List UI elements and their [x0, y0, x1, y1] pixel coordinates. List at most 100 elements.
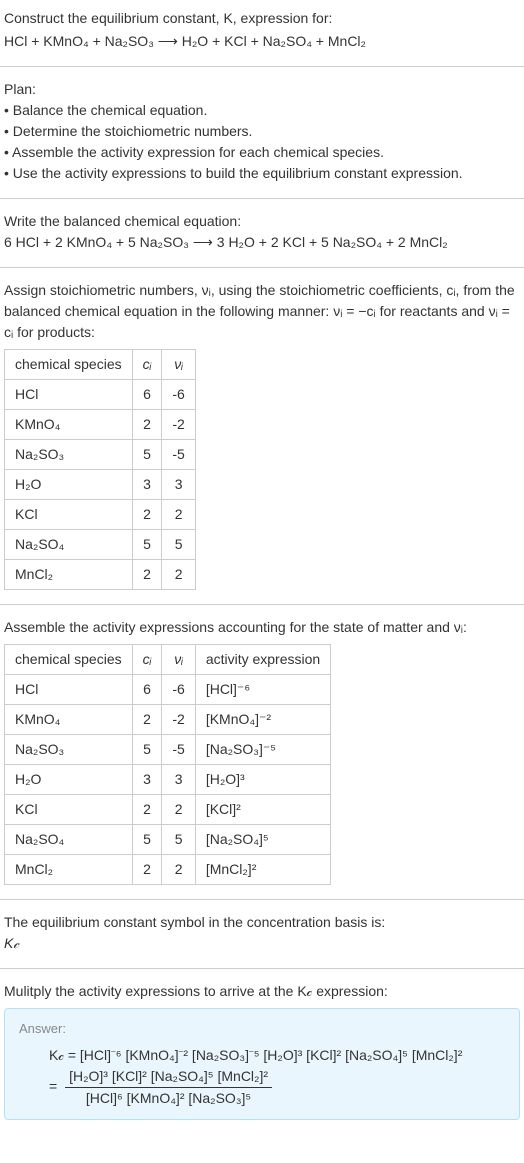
th-activity: activity expression [195, 645, 330, 675]
plan-item-0: • Balance the chemical equation. [4, 100, 520, 121]
cell-c: 2 [132, 560, 162, 590]
fraction: [H₂O]³ [KCl]² [Na₂SO₄]⁵ [MnCl₂]² [HCl]⁶ … [65, 1066, 272, 1109]
cell-c: 2 [132, 410, 162, 440]
table-row: KMnO₄2-2 [5, 410, 196, 440]
table-row: KCl22[KCl]² [5, 795, 331, 825]
assemble-section: Assemble the activity expressions accoun… [0, 609, 524, 900]
cell-activity: [H₂O]³ [195, 765, 330, 795]
cell-species: HCl [5, 675, 133, 705]
cell-species: Na₂SO₄ [5, 530, 133, 560]
symbol-value: K𝒸 [4, 933, 520, 954]
cell-v: -6 [162, 675, 195, 705]
numerator: [H₂O]³ [KCl]² [Na₂SO₄]⁵ [MnCl₂]² [65, 1066, 272, 1088]
cell-v: 5 [162, 825, 195, 855]
th-ci: cᵢ [132, 350, 162, 380]
formula-block: K𝒸 = [HCl]⁻⁶ [KMnO₄]⁻² [Na₂SO₃]⁻⁵ [H₂O]³… [49, 1045, 505, 1109]
answer-label: Answer: [19, 1019, 505, 1039]
intro-equation: HCl + KMnO₄ + Na₂SO₃ ⟶ H₂O + KCl + Na₂SO… [4, 31, 520, 52]
table-row: H₂O33[H₂O]³ [5, 765, 331, 795]
cell-v: 5 [162, 530, 195, 560]
table-row: Na₂SO₃5-5 [5, 440, 196, 470]
balanced-title: Write the balanced chemical equation: [4, 211, 520, 232]
cell-species: MnCl₂ [5, 855, 133, 885]
cell-species: MnCl₂ [5, 560, 133, 590]
cell-v: 3 [162, 765, 195, 795]
cell-activity: [MnCl₂]² [195, 855, 330, 885]
cell-species: KCl [5, 795, 133, 825]
table-header-row: chemical species cᵢ νᵢ [5, 350, 196, 380]
answer-box: Answer: K𝒸 = [HCl]⁻⁶ [KMnO₄]⁻² [Na₂SO₃]⁻… [4, 1008, 520, 1120]
cell-c: 5 [132, 530, 162, 560]
plan-title: Plan: [4, 79, 520, 100]
table-row: Na₂SO₄55[Na₂SO₄]⁵ [5, 825, 331, 855]
kc-expanded: K𝒸 = [HCl]⁻⁶ [KMnO₄]⁻² [Na₂SO₃]⁻⁵ [H₂O]³… [49, 1045, 505, 1066]
th-vi: νᵢ [162, 645, 195, 675]
cell-activity: [Na₂SO₃]⁻⁵ [195, 735, 330, 765]
cell-v: -6 [162, 380, 195, 410]
th-species: chemical species [5, 350, 133, 380]
cell-c: 2 [132, 705, 162, 735]
assign-table: chemical species cᵢ νᵢ HCl6-6 KMnO₄2-2 N… [4, 349, 196, 590]
cell-activity: [KCl]² [195, 795, 330, 825]
cell-species: HCl [5, 380, 133, 410]
table-row: KMnO₄2-2[KMnO₄]⁻² [5, 705, 331, 735]
cell-c: 5 [132, 735, 162, 765]
table-row: H₂O33 [5, 470, 196, 500]
cell-c: 2 [132, 795, 162, 825]
intro-line1: Construct the equilibrium constant, K, e… [4, 8, 520, 29]
denominator: [HCl]⁶ [KMnO₄]² [Na₂SO₃]⁵ [65, 1088, 272, 1109]
cell-v: -2 [162, 410, 195, 440]
table-row: HCl6-6[HCl]⁻⁶ [5, 675, 331, 705]
intro-section: Construct the equilibrium constant, K, e… [0, 0, 524, 67]
symbol-section: The equilibrium constant symbol in the c… [0, 904, 524, 969]
table-row: MnCl₂22 [5, 560, 196, 590]
table-row: KCl22 [5, 500, 196, 530]
cell-v: -5 [162, 440, 195, 470]
assemble-table: chemical species cᵢ νᵢ activity expressi… [4, 644, 331, 885]
cell-species: H₂O [5, 765, 133, 795]
plan-item-3: • Use the activity expressions to build … [4, 163, 520, 184]
assign-section: Assign stoichiometric numbers, νᵢ, using… [0, 272, 524, 605]
cell-v: -2 [162, 705, 195, 735]
cell-activity: [KMnO₄]⁻² [195, 705, 330, 735]
table-row: Na₂SO₃5-5[Na₂SO₃]⁻⁵ [5, 735, 331, 765]
cell-activity: [Na₂SO₄]⁵ [195, 825, 330, 855]
cell-species: Na₂SO₃ [5, 735, 133, 765]
table-row: HCl6-6 [5, 380, 196, 410]
cell-species: H₂O [5, 470, 133, 500]
balanced-section: Write the balanced chemical equation: 6 … [0, 203, 524, 268]
cell-v: 2 [162, 500, 195, 530]
cell-activity: [HCl]⁻⁶ [195, 675, 330, 705]
cell-c: 2 [132, 500, 162, 530]
final-title: Mulitply the activity expressions to arr… [4, 981, 520, 1002]
cell-species: KCl [5, 500, 133, 530]
plan-section: Plan: • Balance the chemical equation. •… [0, 71, 524, 199]
cell-species: Na₂SO₄ [5, 825, 133, 855]
cell-c: 3 [132, 765, 162, 795]
cell-c: 2 [132, 855, 162, 885]
plan-item-2: • Assemble the activity expression for e… [4, 142, 520, 163]
cell-c: 6 [132, 675, 162, 705]
table-row: Na₂SO₄55 [5, 530, 196, 560]
cell-v: 2 [162, 795, 195, 825]
cell-v: 2 [162, 855, 195, 885]
assign-text: Assign stoichiometric numbers, νᵢ, using… [4, 280, 520, 343]
cell-species: KMnO₄ [5, 705, 133, 735]
eq-prefix: = [49, 1078, 61, 1094]
th-vi: νᵢ [162, 350, 195, 380]
table-header-row: chemical species cᵢ νᵢ activity expressi… [5, 645, 331, 675]
cell-c: 5 [132, 440, 162, 470]
cell-species: Na₂SO₃ [5, 440, 133, 470]
cell-v: 2 [162, 560, 195, 590]
intro-text1: Construct the equilibrium constant, K, e… [4, 10, 332, 26]
plan-item-1: • Determine the stoichiometric numbers. [4, 121, 520, 142]
cell-c: 6 [132, 380, 162, 410]
cell-v: -5 [162, 735, 195, 765]
symbol-text: The equilibrium constant symbol in the c… [4, 912, 520, 933]
th-species: chemical species [5, 645, 133, 675]
final-section: Mulitply the activity expressions to arr… [0, 973, 524, 1128]
cell-v: 3 [162, 470, 195, 500]
th-ci: cᵢ [132, 645, 162, 675]
assemble-title: Assemble the activity expressions accoun… [4, 617, 520, 638]
cell-c: 5 [132, 825, 162, 855]
